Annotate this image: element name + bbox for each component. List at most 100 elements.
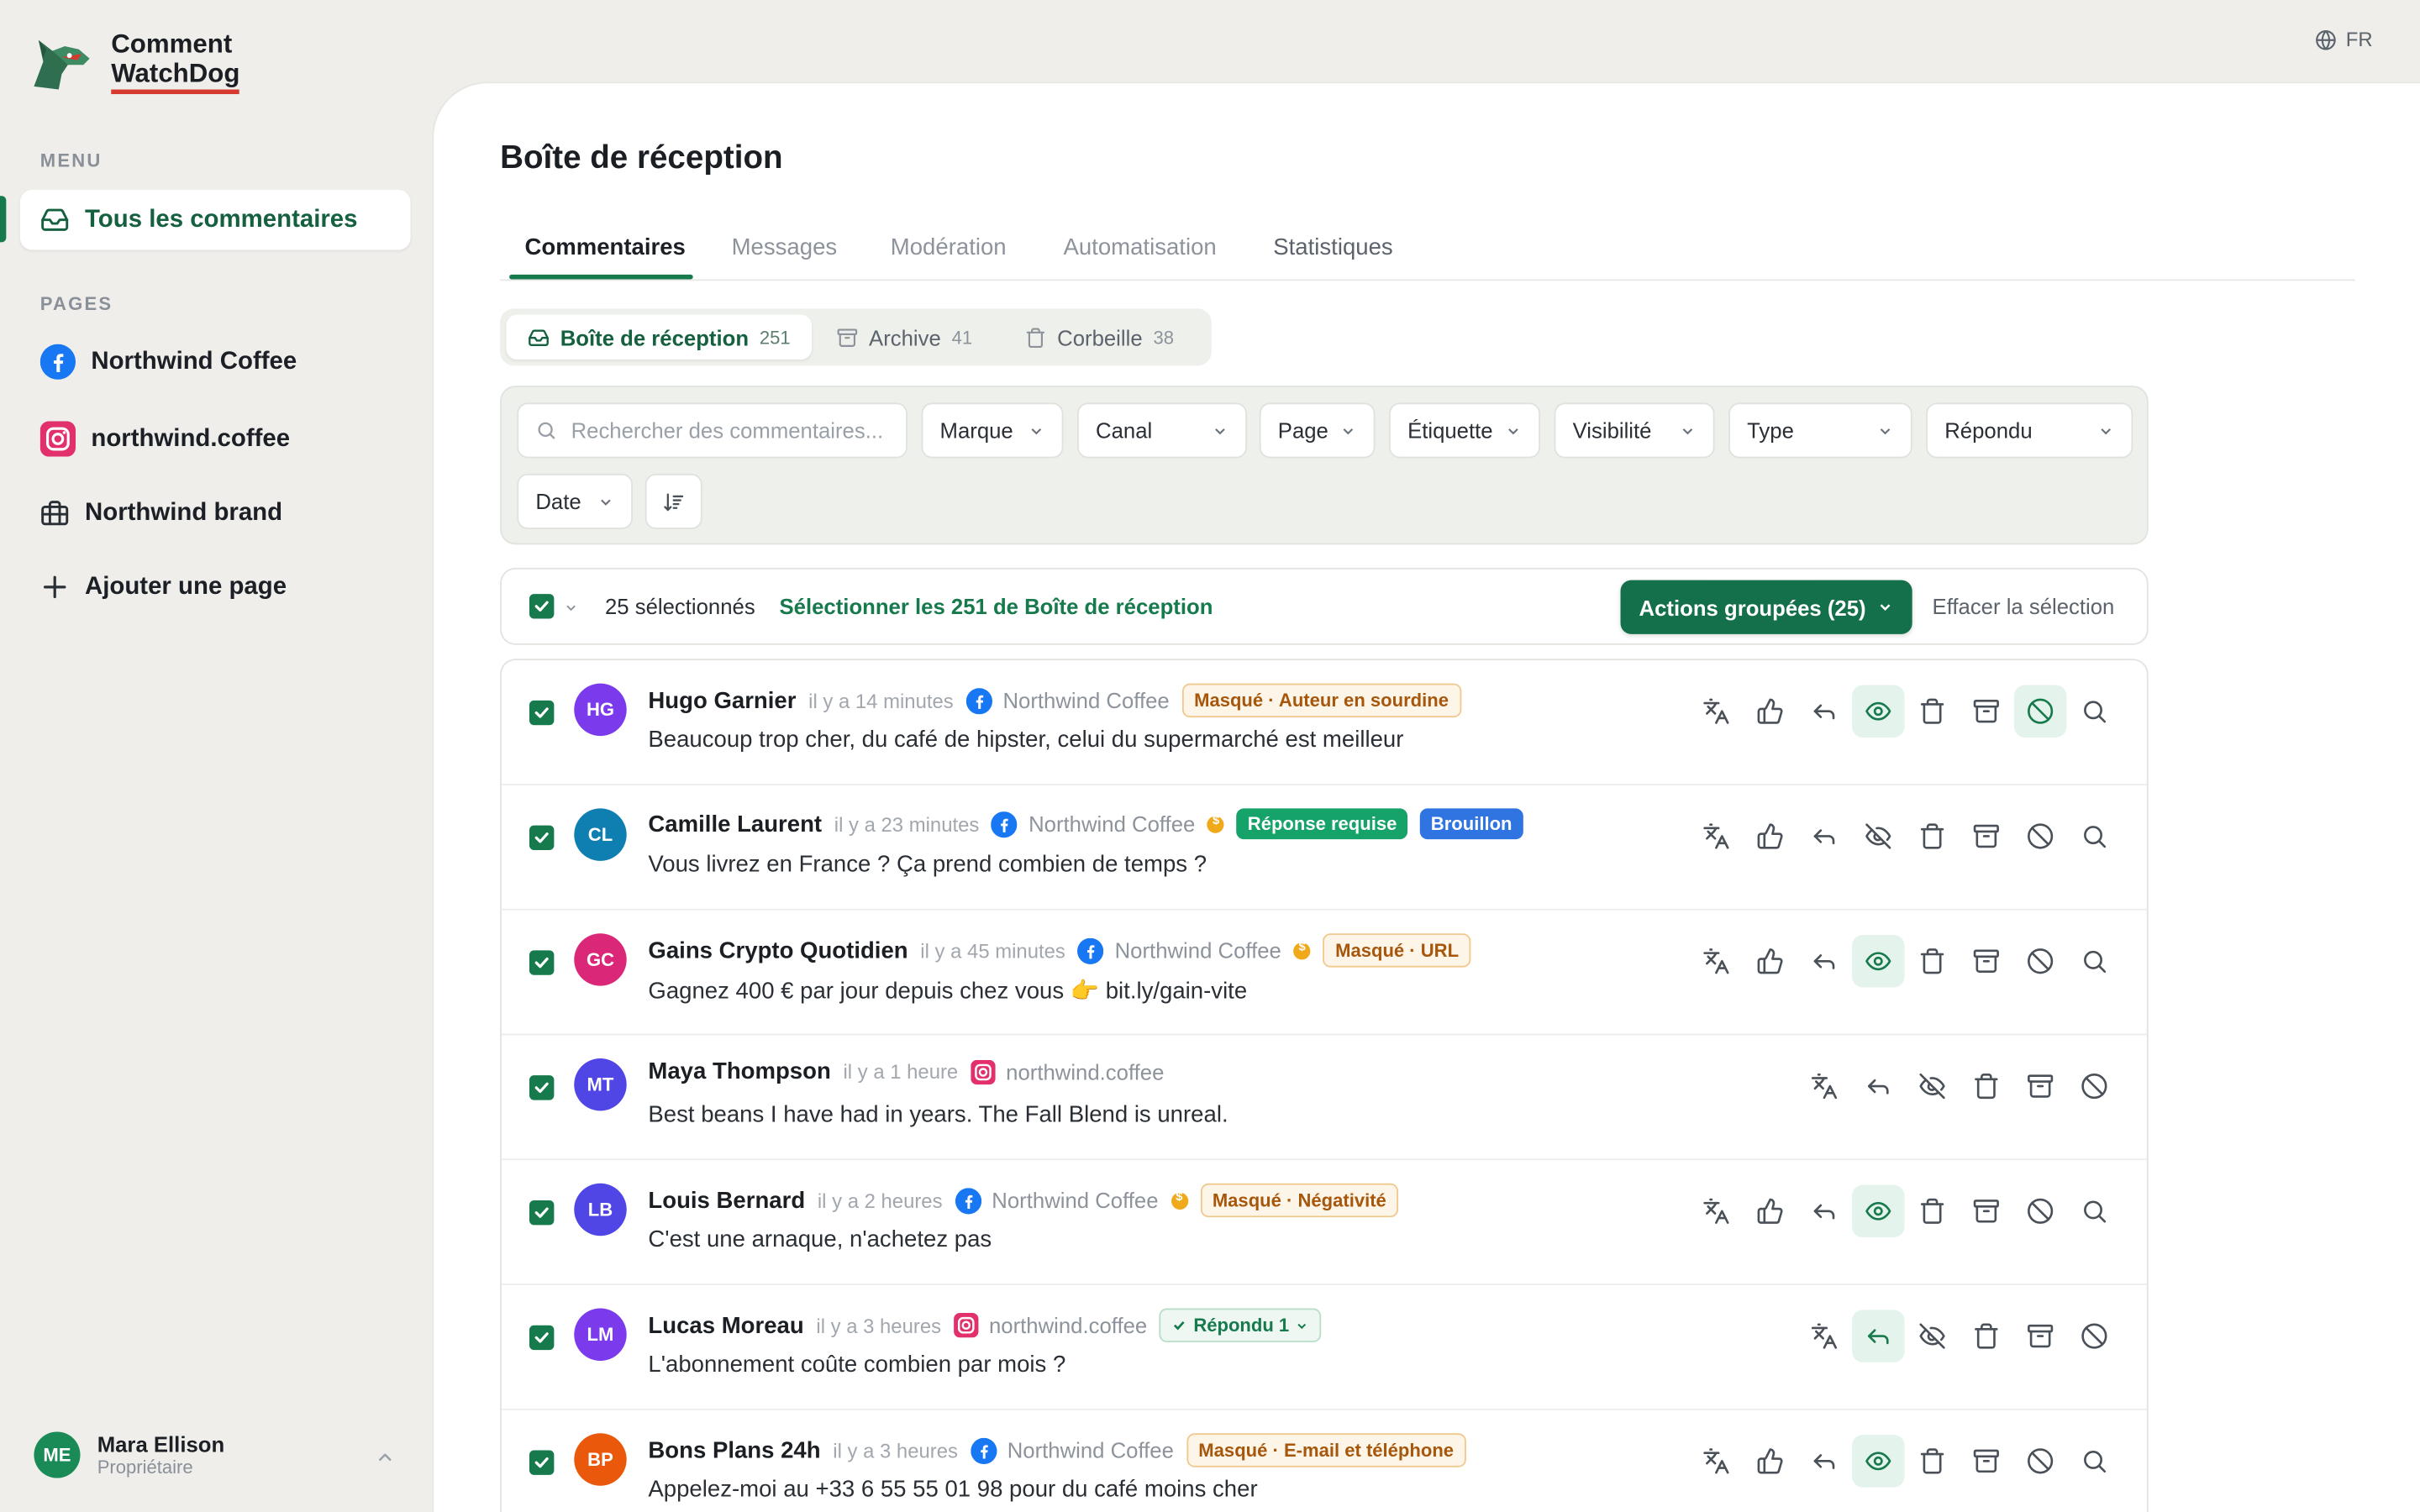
like-button[interactable] xyxy=(1744,1185,1796,1237)
filter-brand[interactable]: Marque xyxy=(921,402,1064,459)
block-button[interactable] xyxy=(2014,810,2066,862)
archive-button[interactable] xyxy=(1960,1185,2012,1237)
filter-type[interactable]: Type xyxy=(1728,402,1912,459)
sidebar-item-all-comments[interactable]: Tous les commentaires xyxy=(19,189,411,250)
tab-statistics[interactable]: Statistiques xyxy=(1273,234,1392,260)
language-switcher[interactable]: FR xyxy=(2315,28,2373,51)
block-button[interactable] xyxy=(2013,685,2067,738)
chevron-up-icon[interactable] xyxy=(375,1447,395,1467)
comment-channel[interactable]: northwind.coffee xyxy=(953,1313,1147,1338)
comment-row[interactable]: BP Bons Plans 24h il y a 3 heures Northwind… xyxy=(502,1410,2147,1512)
inspect-button[interactable] xyxy=(2068,685,2120,737)
comment-row[interactable]: HG Hugo Garnier il y a 14 minutes Northwind… xyxy=(501,660,2147,785)
comment-channel[interactable]: Northwind Coffee xyxy=(970,1436,1174,1464)
comment-row[interactable]: GC Gains Crypto Quotidien il y a 45 minute… xyxy=(501,911,2147,1036)
reply-button[interactable] xyxy=(1798,685,1850,737)
comment-author[interactable]: Hugo Garnier xyxy=(648,687,796,713)
translate-button[interactable] xyxy=(1690,1185,1742,1237)
translate-button[interactable] xyxy=(1690,1435,1742,1487)
block-button[interactable] xyxy=(2068,1060,2120,1112)
archive-button[interactable] xyxy=(1960,810,2012,862)
comment-author[interactable]: Louis Bernard xyxy=(648,1187,805,1213)
translate-button[interactable] xyxy=(1690,810,1742,862)
visibility-button[interactable] xyxy=(1852,685,1905,738)
row-checkbox[interactable] xyxy=(529,1200,555,1226)
delete-button[interactable] xyxy=(1906,1435,1958,1487)
app-logo[interactable]: Comment WatchDog xyxy=(28,28,240,96)
reply-button[interactable] xyxy=(1852,1310,1905,1362)
folder-archive[interactable]: Archive 41 xyxy=(815,315,994,360)
row-checkbox[interactable] xyxy=(529,1075,555,1100)
comment-author[interactable]: Bons Plans 24h xyxy=(648,1437,820,1463)
visibility-button[interactable] xyxy=(1852,1435,1905,1488)
clear-selection-link[interactable]: Effacer la sélection xyxy=(1933,594,2115,618)
reply-button[interactable] xyxy=(1798,1435,1850,1487)
visibility-button[interactable] xyxy=(1906,1060,1958,1112)
delete-button[interactable] xyxy=(1906,935,1958,987)
search-input[interactable]: Rechercher des commentaires... xyxy=(517,402,908,459)
comment-channel[interactable]: Northwind Coffee xyxy=(1077,937,1281,964)
user-profile[interactable]: ME Mara Ellison Propriétaire xyxy=(34,1431,224,1478)
reply-button[interactable] xyxy=(1798,810,1850,862)
folder-trash[interactable]: Corbeille 38 xyxy=(1003,315,1196,360)
tab-automation[interactable]: Automatisation xyxy=(1063,234,1216,260)
sort-button[interactable] xyxy=(644,473,702,529)
tab-moderation[interactable]: Modération xyxy=(891,234,1007,260)
comment-author[interactable]: Maya Thompson xyxy=(648,1058,830,1084)
translate-button[interactable] xyxy=(1798,1310,1850,1362)
comment-channel[interactable]: northwind.coffee xyxy=(970,1058,1164,1084)
sidebar-page-northwind-instagram[interactable]: northwind.coffee xyxy=(39,421,290,457)
translate-button[interactable] xyxy=(1690,935,1742,987)
comment-author[interactable]: Gains Crypto Quotidien xyxy=(648,937,908,963)
comment-channel[interactable]: Northwind Coffee xyxy=(955,1187,1159,1214)
comment-author[interactable]: Camille Laurent xyxy=(648,811,822,837)
chevron-down-icon[interactable] xyxy=(563,600,578,615)
visibility-button[interactable] xyxy=(1852,1184,1905,1238)
bulk-actions-button[interactable]: Actions groupées (25) xyxy=(1620,580,1912,634)
block-button[interactable] xyxy=(2068,1310,2120,1362)
row-checkbox[interactable] xyxy=(529,1325,555,1351)
filter-replied[interactable]: Répondu xyxy=(1926,402,2133,459)
comment-channel[interactable]: Northwind Coffee xyxy=(992,811,1195,837)
delete-button[interactable] xyxy=(1906,810,1958,862)
like-button[interactable] xyxy=(1744,685,1796,737)
delete-button[interactable] xyxy=(1960,1060,2012,1112)
inspect-button[interactable] xyxy=(2068,1185,2120,1237)
comment-row[interactable]: CL Camille Laurent il y a 23 minutes Northw… xyxy=(501,785,2147,911)
like-button[interactable] xyxy=(1744,1435,1796,1487)
folder-inbox[interactable]: Boîte de réception 251 xyxy=(506,314,813,360)
block-button[interactable] xyxy=(2014,935,2066,987)
archive-button[interactable] xyxy=(1960,1435,2012,1487)
filter-page[interactable]: Page xyxy=(1259,402,1376,459)
translate-button[interactable] xyxy=(1798,1060,1850,1112)
filter-channel[interactable]: Canal xyxy=(1077,402,1248,459)
block-button[interactable] xyxy=(2014,1435,2066,1487)
comment-row[interactable]: LB Louis Bernard il y a 2 heures Northwind … xyxy=(501,1160,2147,1285)
like-button[interactable] xyxy=(1744,935,1796,987)
comment-row[interactable]: LM Lucas Moreau il y a 3 heures northwind.c… xyxy=(501,1285,2147,1410)
row-checkbox[interactable] xyxy=(529,825,555,851)
replied-badge[interactable]: Répondu 1 xyxy=(1159,1308,1322,1342)
delete-button[interactable] xyxy=(1906,1185,1958,1237)
reply-button[interactable] xyxy=(1798,935,1850,987)
visibility-button[interactable] xyxy=(1852,935,1905,988)
sidebar-page-northwind-coffee[interactable]: Northwind Coffee xyxy=(39,344,297,380)
visibility-button[interactable] xyxy=(1906,1310,1958,1362)
block-button[interactable] xyxy=(2014,1185,2066,1237)
delete-button[interactable] xyxy=(1906,685,1958,737)
reply-button[interactable] xyxy=(1798,1185,1850,1237)
filter-visibility[interactable]: Visibilité xyxy=(1554,402,1715,459)
delete-button[interactable] xyxy=(1960,1310,2012,1362)
archive-button[interactable] xyxy=(2014,1060,2066,1112)
comment-channel[interactable]: Northwind Coffee xyxy=(965,687,1170,714)
add-page-button[interactable]: Ajouter une page xyxy=(40,572,287,601)
like-button[interactable] xyxy=(1744,810,1796,862)
comment-author[interactable]: Lucas Moreau xyxy=(648,1312,803,1338)
row-checkbox[interactable] xyxy=(529,1450,555,1475)
translate-button[interactable] xyxy=(1690,685,1742,737)
archive-button[interactable] xyxy=(2014,1310,2066,1362)
tab-comments[interactable]: Commentaires xyxy=(524,234,685,260)
archive-button[interactable] xyxy=(1960,685,2012,737)
visibility-button[interactable] xyxy=(1852,810,1904,862)
row-checkbox[interactable] xyxy=(529,950,555,975)
